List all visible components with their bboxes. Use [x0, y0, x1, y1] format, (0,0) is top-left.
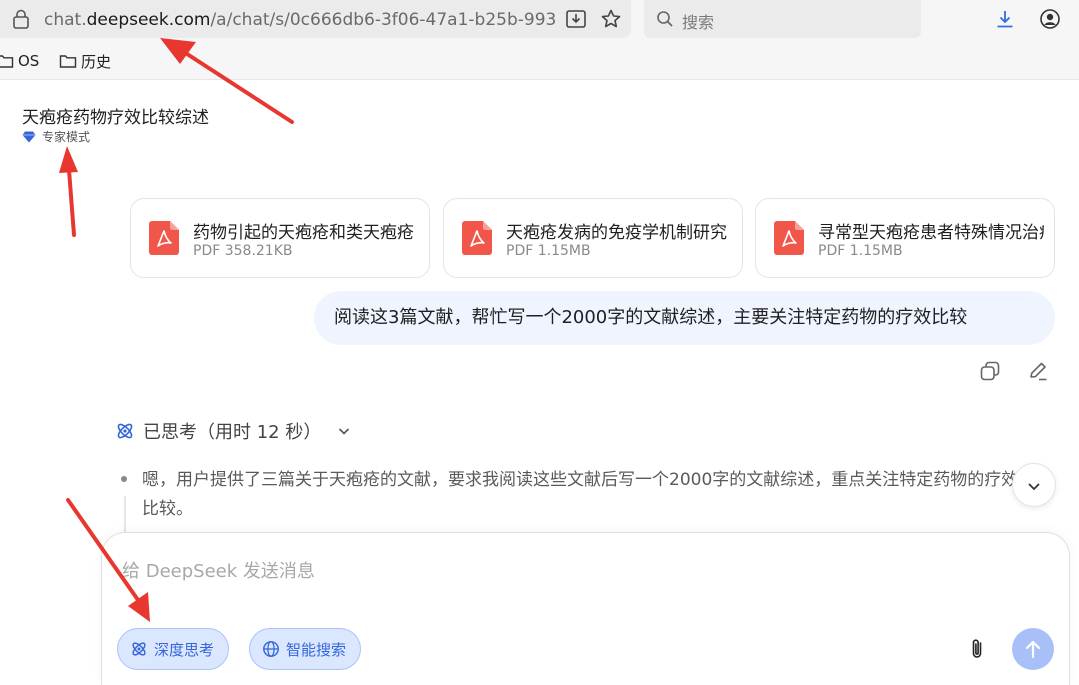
copy-icon[interactable] [979, 360, 1001, 382]
scroll-to-bottom-button[interactable] [1012, 463, 1056, 507]
search-icon [657, 11, 673, 27]
browser-search-box[interactable]: 搜索 [644, 0, 921, 38]
file-name: 天疱疮发病的免疫学机制研究 [506, 223, 727, 243]
file-card[interactable]: 药物引起的天疱疮和类天疱疮 PDF 358.21KB [130, 198, 430, 278]
thinking-label: 已思考（用时 12 秒） [143, 422, 322, 443]
edit-icon[interactable] [1027, 360, 1049, 382]
lock-icon [13, 9, 29, 29]
chat-title[interactable]: 天疱疮药物疗效比较综述 [22, 103, 209, 128]
folder-icon [0, 55, 14, 68]
bookmark-label: 历史 [81, 52, 112, 71]
arrow-up-icon [1025, 640, 1041, 659]
diamond-icon [22, 131, 36, 142]
bookmark-folder-os[interactable]: OS [0, 50, 39, 72]
url-text[interactable]: chat.deepseek.com/a/chat/s/0c666db6-3f06… [44, 9, 556, 31]
profile-icon[interactable] [1039, 8, 1061, 30]
search-placeholder: 搜索 [682, 13, 715, 32]
user-message: 阅读这3篇文献，帮忙写一个2000字的文献综述，主要关注特定药物的疗效比较 [314, 291, 1055, 345]
paperclip-icon[interactable] [966, 637, 988, 661]
mode-label: 专家模式 [42, 130, 91, 144]
bullet-dot [121, 476, 127, 482]
file-name: 药物引起的天疱疮和类天疱疮 [193, 223, 414, 243]
annotation-arrow [59, 146, 78, 237]
file-meta: PDF 1.15MB [506, 243, 591, 259]
message-composer: 深度思考 智能搜索 [101, 532, 1070, 685]
browser-toolbar: chat.deepseek.com/a/chat/s/0c666db6-3f06… [0, 0, 1079, 80]
globe-icon [263, 641, 279, 657]
bookmark-folder-history[interactable]: 历史 [59, 50, 111, 72]
download-icon[interactable] [994, 8, 1016, 30]
pdf-icon [462, 221, 492, 255]
address-bar[interactable]: chat.deepseek.com/a/chat/s/0c666db6-3f06… [0, 0, 631, 38]
web-search-button[interactable]: 智能搜索 [249, 628, 362, 670]
bookmark-label: OS [18, 52, 40, 70]
pdf-icon [774, 221, 804, 255]
folder-icon [59, 55, 77, 68]
install-icon[interactable] [565, 8, 587, 30]
thinking-toggle[interactable]: 已思考（用时 12 秒） [115, 419, 351, 443]
atom-icon [117, 423, 133, 439]
chevron-down-icon [1028, 483, 1040, 491]
url-domain: deepseek.com [86, 10, 211, 30]
file-name: 寻常型天疱疮患者特殊情况治疗 [818, 223, 1044, 243]
file-meta: PDF 1.15MB [818, 243, 903, 259]
atom-icon [132, 642, 146, 656]
pdf-icon [149, 221, 179, 255]
deep-think-label: 深度思考 [154, 640, 215, 659]
file-card[interactable]: 天疱疮发病的免疫学机制研究 PDF 1.15MB [443, 198, 743, 278]
web-search-label: 智能搜索 [286, 640, 347, 659]
star-icon[interactable] [600, 8, 622, 30]
thinking-divider [124, 496, 126, 536]
thinking-text: 嗯，用户提供了三篇关于天疱疮的文献，要求我阅读这些文献后写一个2000字的文献综… [142, 470, 1019, 519]
chevron-down-icon [339, 428, 350, 435]
send-button[interactable] [1012, 628, 1054, 670]
file-meta: PDF 358.21KB [193, 243, 293, 259]
expert-mode-badge: 专家模式 [22, 128, 90, 145]
deep-think-button[interactable]: 深度思考 [117, 628, 230, 670]
url-path: /a/chat/s/0c666db6-3f06-47a1-b25b-9932 [210, 10, 556, 30]
url-prefix: chat. [44, 10, 87, 30]
file-card[interactable]: 寻常型天疱疮患者特殊情况治疗 PDF 1.15MB [755, 198, 1055, 278]
message-input[interactable] [120, 555, 1040, 605]
